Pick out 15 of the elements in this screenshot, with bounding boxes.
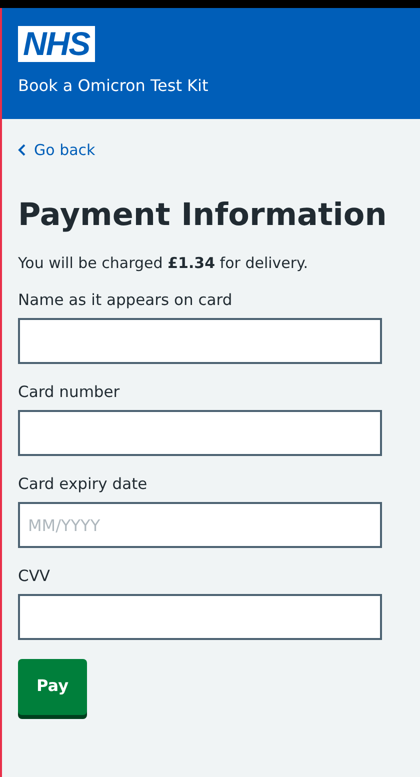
- input-field[interactable]: [18, 410, 382, 456]
- input-field[interactable]: [18, 318, 382, 364]
- field-label: Name as it appears on card: [18, 291, 234, 310]
- back-link[interactable]: Go back: [18, 141, 96, 159]
- intro-text: You will be charged £1.34 for delivery.: [18, 254, 310, 272]
- page-heading: Payment Information: [18, 197, 388, 234]
- field-label: Card number: [18, 383, 121, 402]
- nhs-logo: NHS: [18, 26, 95, 62]
- input-field[interactable]: MM/YYYY: [18, 502, 382, 548]
- service-name: Book a Omicron Test Kit: [18, 76, 208, 95]
- pay-button[interactable]: Pay: [18, 659, 87, 716]
- chevron-left-icon: [18, 144, 26, 156]
- field-label: CVV: [18, 567, 52, 586]
- input-field[interactable]: [18, 594, 382, 640]
- field-label: Card expiry date: [18, 475, 148, 494]
